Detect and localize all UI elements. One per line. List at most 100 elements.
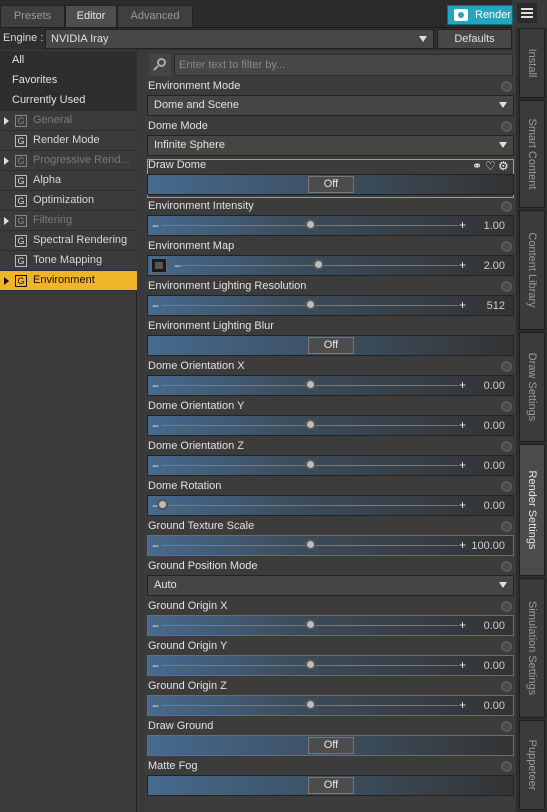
draw-dome-toggle[interactable]: Off — [147, 174, 514, 195]
decrement-icon[interactable]: − — [152, 699, 159, 713]
nav-group-spectral-rendering[interactable]: G Spectral Rendering — [0, 231, 137, 251]
decrement-icon[interactable]: − — [152, 419, 159, 433]
side-tab-content-library[interactable]: Content Library — [519, 210, 545, 330]
side-tab-puppeteer[interactable]: Puppeteer — [519, 720, 545, 810]
slider-knob[interactable] — [305, 539, 316, 550]
nav-group-environment[interactable]: G Environment — [0, 271, 137, 291]
expand-icon[interactable] — [4, 217, 9, 225]
gear-icon[interactable]: ⚙ — [498, 159, 509, 173]
nav-group-progressive-rendering[interactable]: G Progressive Rend... — [0, 151, 137, 171]
side-tab-install[interactable]: Install — [519, 28, 545, 98]
slider-knob[interactable] — [305, 419, 316, 430]
decrement-icon[interactable]: − — [152, 299, 159, 313]
increment-icon[interactable]: + — [459, 418, 466, 432]
nav-group-tone-mapping[interactable]: G Tone Mapping — [0, 251, 137, 271]
tab-editor[interactable]: Editor — [65, 5, 117, 27]
increment-icon[interactable]: + — [459, 378, 466, 392]
ground-texture-scale-slider[interactable]: − + 100.00 — [147, 535, 514, 556]
image-map-icon[interactable] — [151, 258, 167, 273]
slider-knob[interactable] — [313, 259, 324, 270]
ground-position-mode-select[interactable]: Auto — [147, 575, 514, 596]
increment-icon[interactable]: + — [459, 498, 466, 512]
gear-icon[interactable] — [501, 441, 512, 452]
gear-icon[interactable] — [501, 761, 512, 772]
decrement-icon[interactable]: − — [152, 619, 159, 633]
gear-icon[interactable] — [501, 81, 512, 92]
nav-group-optimization[interactable]: G Optimization — [0, 191, 137, 211]
matte-fog-toggle[interactable]: Off — [147, 775, 514, 796]
pane-menu-button[interactable] — [517, 3, 537, 23]
decrement-icon[interactable]: − — [152, 539, 159, 553]
gear-icon[interactable] — [501, 681, 512, 692]
decrement-icon[interactable]: − — [174, 259, 181, 273]
side-tab-render-settings[interactable]: Render Settings — [519, 444, 545, 576]
gear-icon[interactable] — [501, 601, 512, 612]
dome-orientation-z-slider[interactable]: − + 0.00 — [147, 455, 514, 476]
slider-knob[interactable] — [305, 659, 316, 670]
increment-icon[interactable]: + — [459, 298, 466, 312]
gear-icon[interactable] — [501, 281, 512, 292]
ground-origin-x-slider[interactable]: − + 0.00 — [147, 615, 514, 636]
environment-map-slider[interactable]: − + 2.00 — [147, 255, 514, 276]
gear-icon[interactable] — [501, 201, 512, 212]
dome-rotation-slider[interactable]: − + 0.00 — [147, 495, 514, 516]
link-icon[interactable]: ⚭ — [472, 159, 482, 173]
increment-icon[interactable]: + — [459, 258, 466, 272]
decrement-icon[interactable]: − — [152, 219, 159, 233]
gear-icon[interactable] — [501, 521, 512, 532]
decrement-icon[interactable]: − — [152, 459, 159, 473]
increment-icon[interactable]: + — [459, 698, 466, 712]
expand-icon[interactable] — [4, 117, 9, 125]
expand-icon[interactable] — [4, 277, 9, 285]
slider-knob[interactable] — [305, 619, 316, 630]
slider-knob[interactable] — [305, 699, 316, 710]
tab-advanced[interactable]: Advanced — [117, 5, 193, 27]
search-icon[interactable] — [149, 54, 171, 76]
gear-icon[interactable] — [501, 481, 512, 492]
dome-mode-select[interactable]: Infinite Sphere — [147, 135, 514, 156]
lighting-blur-toggle[interactable]: Off — [147, 335, 514, 356]
nav-all[interactable]: All — [0, 51, 137, 71]
gear-icon[interactable] — [501, 401, 512, 412]
decrement-icon[interactable]: − — [152, 379, 159, 393]
dome-orientation-x-slider[interactable]: − + 0.00 — [147, 375, 514, 396]
slider-knob[interactable] — [305, 459, 316, 470]
slider-knob[interactable] — [305, 219, 316, 230]
gear-icon[interactable] — [501, 561, 512, 572]
gear-icon[interactable] — [501, 241, 512, 252]
defaults-button[interactable]: Defaults — [437, 29, 512, 49]
side-tab-smart-content[interactable]: Smart Content — [519, 100, 545, 208]
tab-presets[interactable]: Presets — [0, 5, 65, 27]
engine-select[interactable]: NVIDIA Iray — [45, 29, 434, 49]
heart-icon[interactable]: ♡ — [485, 159, 496, 173]
side-tab-draw-settings[interactable]: Draw Settings — [519, 332, 545, 442]
increment-icon[interactable]: + — [459, 658, 466, 672]
decrement-icon[interactable]: − — [152, 659, 159, 673]
environment-mode-select[interactable]: Dome and Scene — [147, 95, 514, 116]
increment-icon[interactable]: + — [459, 538, 466, 552]
filter-input[interactable] — [174, 54, 513, 76]
environment-intensity-slider[interactable]: − + 1.00 — [147, 215, 514, 236]
slider-knob[interactable] — [157, 499, 168, 510]
render-button[interactable]: Render — [447, 5, 513, 25]
ground-origin-z-slider[interactable]: − + 0.00 — [147, 695, 514, 716]
nav-group-filtering[interactable]: G Filtering — [0, 211, 137, 231]
dome-orientation-y-slider[interactable]: − + 0.00 — [147, 415, 514, 436]
gear-icon[interactable] — [501, 641, 512, 652]
nav-favorites[interactable]: Favorites — [0, 71, 137, 91]
gear-icon[interactable] — [501, 121, 512, 132]
increment-icon[interactable]: + — [459, 618, 466, 632]
draw-ground-toggle[interactable]: Off — [147, 735, 514, 756]
nav-group-render-mode[interactable]: G Render Mode — [0, 131, 137, 151]
nav-currently-used[interactable]: Currently Used — [0, 91, 137, 111]
increment-icon[interactable]: + — [459, 458, 466, 472]
expand-icon[interactable] — [4, 157, 9, 165]
side-tab-simulation-settings[interactable]: Simulation Settings — [519, 578, 545, 718]
gear-icon[interactable] — [501, 721, 512, 732]
ground-origin-y-slider[interactable]: − + 0.00 — [147, 655, 514, 676]
lighting-resolution-slider[interactable]: − + 512 — [147, 295, 514, 316]
slider-knob[interactable] — [305, 379, 316, 390]
slider-knob[interactable] — [305, 299, 316, 310]
nav-group-alpha[interactable]: G Alpha — [0, 171, 137, 191]
nav-group-general[interactable]: G General — [0, 111, 137, 131]
